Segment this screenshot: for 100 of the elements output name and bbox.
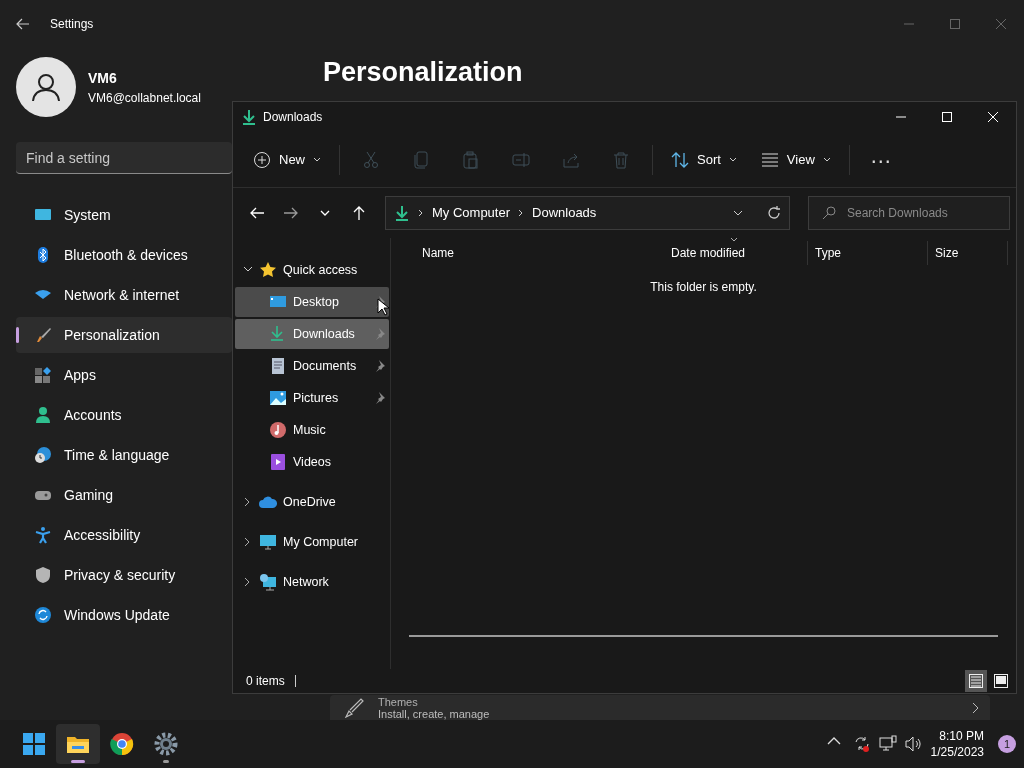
tree-item[interactable]: Music [235, 415, 389, 445]
search-field[interactable]: Find a setting [16, 142, 232, 174]
text-cursor [294, 675, 296, 687]
nav-item[interactable]: Accounts [16, 397, 232, 433]
nav-item[interactable]: Time & language [16, 437, 232, 473]
apps-icon [34, 366, 52, 384]
tree-item[interactable]: Videos [235, 447, 389, 477]
nav-item[interactable]: Apps [16, 357, 232, 393]
rename-icon [512, 150, 530, 169]
person-icon [34, 406, 52, 424]
breadcrumb-item[interactable]: My Computer [432, 203, 511, 223]
tree-item[interactable]: My Computer [235, 527, 389, 557]
clock-globe-icon [34, 446, 52, 464]
themes-setting[interactable]: Themes Install, create, manage [330, 695, 990, 720]
notification-badge[interactable]: 1 [998, 735, 1016, 753]
toolbar-button[interactable]: View [750, 141, 841, 178]
trash-icon [612, 150, 630, 169]
user-email: VM6@collabnet.local [88, 89, 201, 107]
download-icon [241, 109, 257, 125]
item-count: 0 items [246, 673, 285, 690]
taskbar-app[interactable] [56, 724, 100, 764]
tree-item[interactable]: Downloads [235, 319, 389, 349]
nav-item[interactable]: Personalization [16, 317, 232, 353]
network-icon [259, 573, 277, 591]
user-name: VM6 [88, 68, 118, 88]
maximize-icon [942, 112, 952, 122]
nav-item[interactable]: Network & internet [16, 277, 232, 313]
toolbar-button[interactable]: Sort [661, 141, 747, 178]
brush-icon [344, 697, 364, 718]
star-icon [259, 261, 277, 279]
picture-icon [269, 389, 287, 407]
shield-icon [34, 566, 52, 584]
volume-icon[interactable] [904, 735, 923, 753]
accessibility-icon [34, 526, 52, 544]
video-icon [269, 453, 287, 471]
network-icon[interactable] [878, 735, 897, 753]
close-icon [988, 112, 998, 122]
caret-icon [313, 157, 321, 162]
up-icon [352, 206, 366, 220]
document-icon [269, 357, 287, 375]
window-title: Downloads [263, 109, 323, 126]
back-icon[interactable] [16, 18, 30, 30]
paste-icon [462, 150, 480, 169]
cut-icon [362, 150, 380, 169]
tree-item[interactable]: OneDrive [235, 487, 389, 517]
empty-message: This folder is empty. [649, 279, 758, 296]
cursor-icon [377, 298, 389, 316]
sort-icon [730, 237, 738, 242]
caret-icon [822, 157, 831, 162]
tree-item[interactable]: Pictures [235, 383, 389, 413]
person-icon [31, 72, 61, 102]
tree-item[interactable]: Network [235, 567, 389, 597]
caret-icon [728, 157, 737, 162]
tree-item[interactable]: Desktop [235, 287, 389, 317]
scrollbar[interactable] [409, 635, 998, 637]
sync-icon[interactable] [852, 735, 871, 753]
page-title: Personalization [323, 56, 523, 89]
column-header[interactable]: Date modified [664, 241, 808, 265]
dropdown-icon[interactable] [733, 210, 743, 216]
nav-item[interactable]: Windows Update [16, 597, 232, 633]
maximize-icon [950, 19, 960, 29]
nav-item[interactable]: Privacy & security [16, 557, 232, 593]
start-icon [22, 732, 46, 756]
tree-item[interactable]: Documents [235, 351, 389, 381]
gear-icon [154, 732, 178, 756]
list-icon [760, 150, 779, 169]
sort-icon [671, 150, 689, 169]
column-header[interactable]: Size [928, 241, 1008, 265]
toolbar-button[interactable]: New [243, 141, 331, 178]
address-bar[interactable]: My Computer Downloads [385, 196, 790, 230]
breadcrumb-item[interactable]: Downloads [532, 203, 597, 223]
chevron-icon [418, 209, 424, 217]
more-button[interactable]: … [857, 141, 904, 178]
details-icon [967, 673, 984, 689]
window-title: Settings [50, 16, 94, 33]
copy-icon [412, 150, 430, 169]
music-icon [269, 421, 287, 439]
brush-icon [34, 326, 52, 344]
back-icon [250, 206, 264, 220]
plus-circle-icon [253, 150, 271, 169]
browser-icon [110, 732, 134, 756]
clock[interactable]: 8:10 PM 1/25/2023 [930, 728, 984, 760]
chevron-icon [518, 209, 525, 217]
column-header[interactable]: Type [808, 241, 928, 265]
update-icon [34, 606, 52, 624]
nav-item[interactable]: Gaming [16, 477, 232, 513]
forward-icon [284, 206, 298, 220]
refresh-icon [767, 206, 781, 220]
close-icon [996, 19, 1006, 29]
column-header[interactable]: Name [391, 241, 664, 265]
details-view-button[interactable] [964, 670, 987, 692]
chevron-icon [972, 701, 980, 714]
nav-item[interactable]: System [16, 197, 232, 233]
nav-item[interactable]: Accessibility [16, 517, 232, 553]
nav-item[interactable]: Bluetooth & devices [16, 237, 232, 273]
computer-icon [259, 533, 277, 551]
tiles-icon [993, 673, 1009, 689]
tree-item[interactable]: Quick access [235, 255, 389, 285]
search-field[interactable]: Search Downloads [808, 196, 1010, 230]
download-icon [394, 205, 410, 221]
